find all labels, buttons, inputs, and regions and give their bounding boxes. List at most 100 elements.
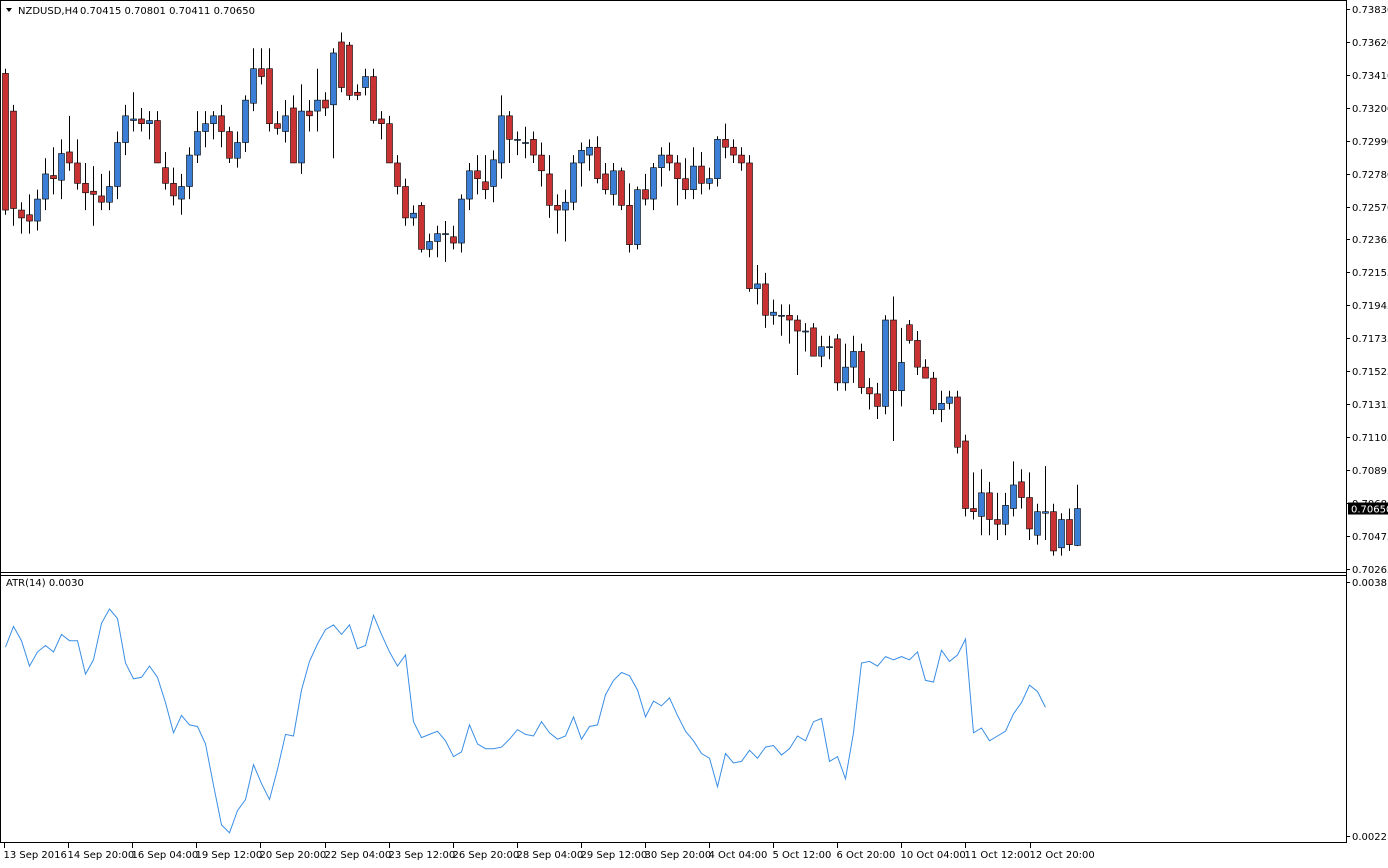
- candle-body[interactable]: [450, 236, 457, 244]
- candle-body[interactable]: [1034, 511, 1041, 536]
- candle-body[interactable]: [362, 76, 369, 88]
- candle-body[interactable]: [474, 170, 481, 179]
- candle-body[interactable]: [762, 283, 769, 316]
- candle-body[interactable]: [314, 99, 321, 112]
- candle-body[interactable]: [826, 346, 833, 349]
- candle-body[interactable]: [1058, 519, 1065, 549]
- candle-body[interactable]: [66, 151, 73, 164]
- candle-body[interactable]: [642, 189, 649, 200]
- candle-body[interactable]: [330, 52, 337, 106]
- candle-body[interactable]: [298, 110, 305, 164]
- candle-body[interactable]: [154, 120, 161, 164]
- candle-body[interactable]: [946, 396, 953, 404]
- candle-body[interactable]: [914, 340, 921, 368]
- candle-body[interactable]: [26, 214, 33, 222]
- candle-body[interactable]: [434, 233, 441, 242]
- candle-body[interactable]: [138, 118, 145, 124]
- candle-body[interactable]: [626, 205, 633, 245]
- candle-body[interactable]: [650, 167, 657, 200]
- candle-body[interactable]: [706, 178, 713, 184]
- candle-body[interactable]: [546, 173, 553, 206]
- candle-body[interactable]: [42, 173, 49, 200]
- candle-body[interactable]: [922, 366, 929, 379]
- chart-window[interactable]: 0.73830 0.73620 0.73410 0.73200 0.72990 0.727…: [0, 0, 1388, 865]
- candle-body[interactable]: [2, 73, 9, 211]
- candle-body[interactable]: [858, 351, 865, 388]
- candle-body[interactable]: [466, 170, 473, 200]
- candle-body[interactable]: [394, 162, 401, 187]
- candle-body[interactable]: [538, 154, 545, 172]
- atr-indicator-pane[interactable]: [5, 608, 1046, 834]
- price-axis[interactable]: 0.73830 0.73620 0.73410 0.73200 0.72990 0.727…: [1346, 5, 1388, 576]
- dropdown-triangle-icon[interactable]: [6, 8, 12, 12]
- candle-body[interactable]: [962, 440, 969, 509]
- candle-body[interactable]: [122, 115, 129, 143]
- candle-body[interactable]: [306, 110, 313, 117]
- candle-body[interactable]: [586, 146, 593, 156]
- candle-body[interactable]: [890, 319, 897, 392]
- candle-body[interactable]: [346, 44, 353, 96]
- candle-body[interactable]: [322, 99, 329, 109]
- candle-body[interactable]: [226, 131, 233, 159]
- candle-body[interactable]: [418, 205, 425, 250]
- candle-body[interactable]: [794, 319, 801, 332]
- candlestick-series[interactable]: [2, 32, 1081, 556]
- candle-body[interactable]: [106, 186, 113, 203]
- candle-body[interactable]: [58, 153, 65, 181]
- candle-body[interactable]: [570, 162, 577, 203]
- candle-body[interactable]: [410, 212, 417, 219]
- candle-body[interactable]: [1066, 519, 1073, 545]
- candle-body[interactable]: [1018, 481, 1025, 498]
- time-axis[interactable]: 13 Sep 2016 14 Sep 20:0016 Sep 04:0019 Se…: [4, 843, 1095, 861]
- candle-body[interactable]: [690, 165, 697, 190]
- candle-body[interactable]: [114, 142, 121, 187]
- candle-body[interactable]: [74, 162, 81, 184]
- candle-body[interactable]: [498, 115, 505, 164]
- candle-body[interactable]: [554, 205, 561, 211]
- candle-body[interactable]: [778, 315, 785, 317]
- candle-body[interactable]: [882, 319, 889, 407]
- candle-body[interactable]: [1010, 484, 1017, 509]
- candle-body[interactable]: [674, 162, 681, 179]
- candle-body[interactable]: [1002, 505, 1009, 525]
- candle-body[interactable]: [426, 241, 433, 250]
- candle-body[interactable]: [370, 76, 377, 121]
- candle-body[interactable]: [442, 233, 449, 235]
- candle-body[interactable]: [18, 209, 25, 219]
- candle-body[interactable]: [930, 377, 937, 410]
- candle-body[interactable]: [242, 99, 249, 143]
- candle-body[interactable]: [994, 519, 1001, 525]
- candle-body[interactable]: [170, 183, 177, 197]
- candle-body[interactable]: [754, 283, 761, 289]
- candle-body[interactable]: [50, 175, 57, 179]
- candle-body[interactable]: [730, 146, 737, 156]
- candle-body[interactable]: [194, 131, 201, 156]
- candle-body[interactable]: [506, 115, 513, 140]
- candle-body[interactable]: [986, 492, 993, 520]
- candle-body[interactable]: [146, 120, 153, 124]
- candle-body[interactable]: [770, 311, 777, 316]
- candle-body[interactable]: [954, 396, 961, 448]
- candle-body[interactable]: [810, 327, 817, 357]
- candle-body[interactable]: [210, 115, 217, 124]
- candle-body[interactable]: [82, 183, 89, 194]
- candle-body[interactable]: [258, 68, 265, 77]
- candle-body[interactable]: [338, 41, 345, 88]
- candle-body[interactable]: [898, 362, 905, 392]
- candle-body[interactable]: [274, 123, 281, 129]
- candle-body[interactable]: [402, 186, 409, 219]
- candle-body[interactable]: [578, 150, 585, 164]
- candle-body[interactable]: [610, 170, 617, 195]
- candle-body[interactable]: [634, 189, 641, 245]
- candle-body[interactable]: [786, 315, 793, 321]
- atr-line[interactable]: [5, 608, 1046, 834]
- candle-body[interactable]: [1026, 497, 1033, 530]
- candle-body[interactable]: [522, 142, 529, 144]
- candle-body[interactable]: [378, 118, 385, 124]
- candle-body[interactable]: [530, 139, 537, 156]
- candle-body[interactable]: [458, 198, 465, 244]
- candle-body[interactable]: [290, 107, 297, 164]
- candle-body[interactable]: [874, 393, 881, 407]
- candle-body[interactable]: [666, 154, 673, 164]
- candle-body[interactable]: [386, 123, 393, 164]
